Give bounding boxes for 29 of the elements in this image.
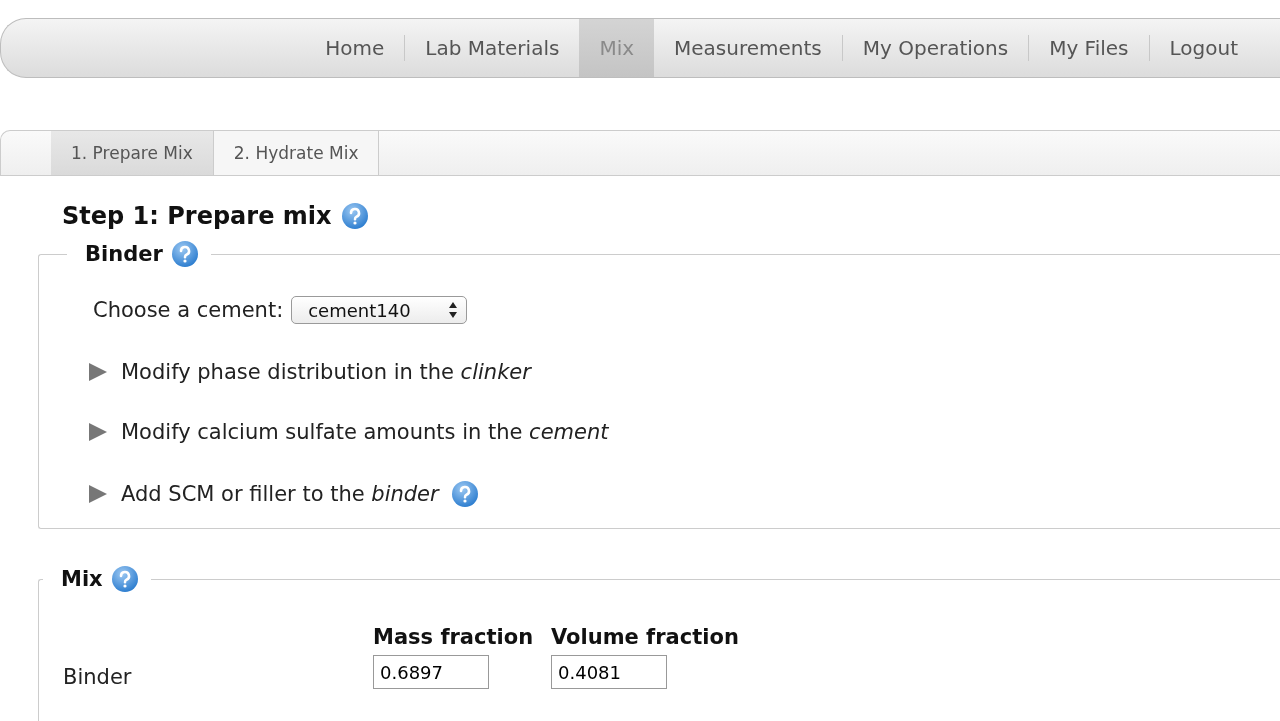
nav-link[interactable]: Home: [305, 19, 405, 77]
triangle-icon[interactable]: [87, 483, 109, 505]
section-toggle[interactable]: Add SCM or filler to the binder: [121, 482, 439, 506]
section-toggle[interactable]: Modify calcium sulfate amounts in the cement: [121, 420, 609, 444]
column-header: Volume fraction: [551, 625, 739, 649]
row-label: Binder: [63, 664, 133, 689]
help-icon[interactable]: [341, 202, 370, 230]
page-heading: Step 1: Prepare mix: [62, 202, 332, 230]
help-icon[interactable]: [110, 565, 139, 593]
panel-title: Binder: [85, 242, 163, 266]
nav-link[interactable]: My Operations: [842, 19, 1029, 77]
field-label: Choose a cement:: [93, 298, 284, 322]
nav-link[interactable]: Lab Materials: [405, 19, 580, 77]
triangle-icon[interactable]: [87, 361, 109, 383]
section-toggle[interactable]: Modify phase distribution in the clinker: [121, 360, 531, 384]
column-header: Mass fraction: [373, 625, 535, 649]
help-icon[interactable]: [450, 480, 479, 508]
fraction-input[interactable]: 0.6897: [373, 655, 489, 689]
step-tab[interactable]: 2. Hydrate Mix: [213, 131, 380, 175]
cement-select[interactable]: cement140: [291, 296, 468, 324]
help-icon[interactable]: [170, 240, 199, 268]
nav-link[interactable]: Measurements: [654, 19, 842, 77]
fraction-input[interactable]: 0.4081: [551, 655, 667, 689]
triangle-icon[interactable]: [87, 421, 109, 443]
nav-link[interactable]: My Files: [1029, 19, 1149, 77]
nav-link[interactable]: Logout: [1149, 19, 1258, 77]
step-tab[interactable]: 1. Prepare Mix: [51, 131, 214, 175]
panel-title: Mix: [61, 567, 103, 591]
updown-icon: [448, 301, 459, 319]
